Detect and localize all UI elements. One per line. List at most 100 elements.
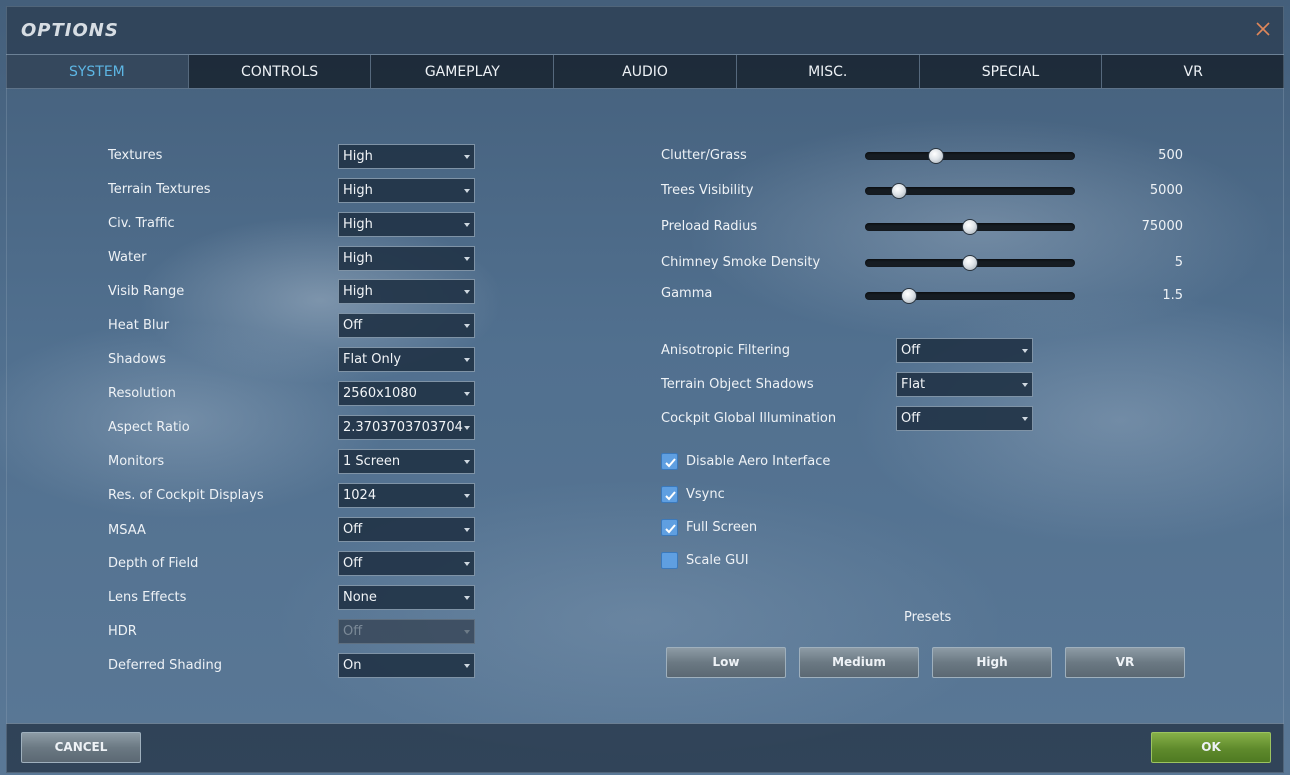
anisotropic-filtering-dropdown[interactable]: Off [896,338,1033,363]
preset-medium-button[interactable]: Medium [799,647,919,678]
chevron-down-icon [464,630,470,634]
monitors-dropdown[interactable]: 1 Screen [338,449,475,474]
deferred-shading-dropdown[interactable]: On [338,653,475,678]
heat-blur-dropdown[interactable]: Off [338,313,475,338]
chevron-down-icon [464,223,470,227]
checkbox-box[interactable] [661,552,678,569]
preset-high-button[interactable]: High [932,647,1052,678]
msaa-dropdown[interactable]: Off [338,517,475,542]
preset-vr-button[interactable]: VR [1065,647,1185,678]
chevron-down-icon [1022,349,1028,353]
heat-blur-value: Off [343,318,363,333]
clutter-grass-value: 500 [1158,148,1183,163]
checkbox-box[interactable] [661,453,678,470]
shadows-dropdown[interactable]: Flat Only [338,347,475,372]
presets-label: Presets [904,610,952,625]
tab-misc[interactable]: MISC. [737,55,920,88]
terrain-object-shadows-dropdown[interactable]: Flat [896,372,1033,397]
aspect-ratio-label: Aspect Ratio [108,420,190,435]
cockpit-illumination-value: Off [901,411,921,426]
msaa-label: MSAA [108,523,146,538]
depth-of-field-value: Off [343,556,363,571]
deferred-shading-value: On [343,658,362,673]
clutter-grass-slider[interactable] [865,148,1075,164]
tab-vr[interactable]: VR [1102,55,1284,88]
tab-bar: SYSTEM CONTROLS GAMEPLAY AUDIO MISC. SPE… [6,55,1284,89]
terrain-object-shadows-value: Flat [901,377,926,392]
visib-range-value: High [343,284,373,299]
slider-knob[interactable] [928,148,945,164]
chevron-down-icon [464,494,470,498]
options-dialog: OPTIONS SYSTEM CONTROLS GAMEPLAY AUDIO M… [0,0,1290,775]
tab-gameplay[interactable]: GAMEPLAY [371,55,555,88]
chevron-down-icon [464,358,470,362]
preload-radius-label: Preload Radius [661,219,758,234]
checkbox-box[interactable] [661,486,678,503]
chimney-smoke-label: Chimney Smoke Density [661,255,821,270]
water-label: Water [108,250,147,265]
chimney-smoke-slider[interactable] [865,255,1075,271]
tab-system[interactable]: SYSTEM [6,55,189,88]
cockpit-illumination-dropdown[interactable]: Off [896,406,1033,431]
ok-button[interactable]: OK [1151,732,1271,763]
lens-effects-value: None [343,590,377,605]
slider-knob[interactable] [901,288,918,304]
slider-knob[interactable] [962,255,978,271]
gamma-slider[interactable] [865,288,1075,304]
chevron-down-icon [464,426,470,430]
preset-low-button[interactable]: Low [666,647,786,678]
tab-special[interactable]: SPECIAL [920,55,1103,88]
slider-knob[interactable] [890,183,907,199]
full-screen-label: Full Screen [686,520,758,535]
hdr-value: Off [343,624,363,639]
chevron-down-icon [464,257,470,261]
visib-range-label: Visib Range [108,284,185,299]
resolution-dropdown[interactable]: 2560x1080 [338,381,475,406]
terrain-textures-dropdown[interactable]: High [338,178,475,203]
civ-traffic-label: Civ. Traffic [108,216,175,231]
chevron-down-icon [1022,383,1028,387]
anisotropic-filtering-value: Off [901,343,921,358]
checkbox-box[interactable] [661,519,678,536]
trees-visibility-value: 5000 [1149,183,1183,198]
anisotropic-filtering-label: Anisotropic Filtering [661,343,791,358]
trees-visibility-slider[interactable] [865,183,1075,199]
water-value: High [343,251,373,266]
slider-knob[interactable] [962,219,978,235]
checkmark-icon [665,458,676,468]
lens-effects-dropdown[interactable]: None [338,585,475,610]
clutter-grass-label: Clutter/Grass [661,148,747,163]
textures-dropdown[interactable]: High [338,144,475,169]
tab-audio[interactable]: AUDIO [554,55,737,88]
chevron-down-icon [464,392,470,396]
deferred-shading-label: Deferred Shading [108,658,222,673]
chevron-down-icon [464,528,470,532]
close-button[interactable] [1254,20,1272,38]
disable-aero-label: Disable Aero Interface [686,454,831,469]
vsync-label: Vsync [686,487,725,502]
chevron-down-icon [464,664,470,668]
preload-radius-value: 75000 [1141,219,1183,234]
cockpit-displays-label: Res. of Cockpit Displays [108,488,264,503]
chevron-down-icon [464,596,470,600]
cockpit-displays-dropdown[interactable]: 1024 [338,483,475,508]
monitors-label: Monitors [108,454,165,469]
cancel-button[interactable]: CANCEL [21,732,141,763]
water-dropdown[interactable]: High [338,246,475,271]
chimney-smoke-value: 5 [1174,255,1183,270]
close-icon [1256,22,1270,36]
civ-traffic-dropdown[interactable]: High [338,212,475,237]
tab-controls[interactable]: CONTROLS [189,55,372,88]
checkmark-icon [665,491,676,501]
resolution-label: Resolution [108,386,176,401]
chevron-down-icon [464,155,470,159]
scale-gui-label: Scale GUI [686,553,749,568]
aspect-ratio-dropdown[interactable]: 2.3703703703704 [338,415,475,440]
civ-traffic-value: High [343,217,373,232]
cockpit-illumination-label: Cockpit Global Illumination [661,411,837,426]
preload-radius-slider[interactable] [865,219,1075,235]
depth-of-field-dropdown[interactable]: Off [338,551,475,576]
visib-range-dropdown[interactable]: High [338,279,475,304]
msaa-value: Off [343,522,363,537]
chevron-down-icon [464,324,470,328]
